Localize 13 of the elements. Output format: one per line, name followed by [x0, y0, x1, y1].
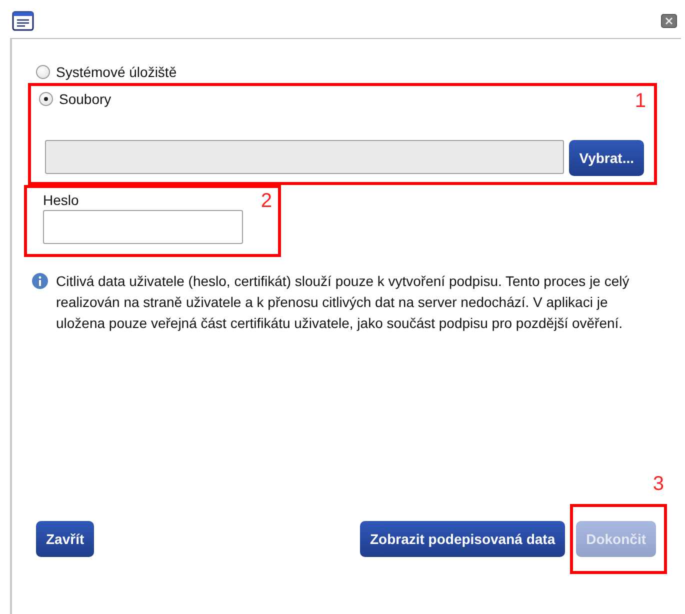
annotation-number: 1: [634, 90, 646, 113]
info-icon: [32, 273, 48, 289]
info-text: Citlivá data uživatele (heslo, certifikát) slouží pouze k vytvoření podpisu. Tento proces je celý realizován na straně uživatele a k přenosu citlivých dat na server nedochází. V aplikaci je uložena pouze veřejná část certifikátu uživatele, jako součást podpisu pro pozdější ověření.: [56, 272, 630, 333]
action-button[interactable]: Zobrazit podepisovaná data: [360, 521, 566, 557]
action-button[interactable]: Zavřít: [36, 521, 94, 557]
storage-radio[interactable]: Systémové úložiště: [36, 59, 667, 85]
annotation-number: 3: [652, 473, 664, 496]
close-icon[interactable]: [661, 14, 677, 28]
window-icon: [12, 11, 34, 31]
password-label: Heslo: [43, 192, 80, 208]
browse-button[interactable]: Vybrat...: [569, 140, 644, 176]
password-field[interactable]: [43, 210, 243, 244]
annotation-number: 2: [260, 190, 272, 213]
